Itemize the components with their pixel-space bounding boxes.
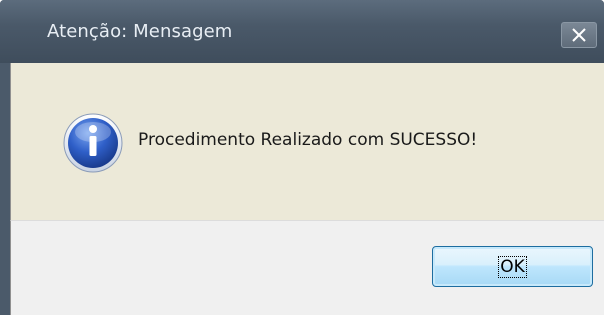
ok-button[interactable]: OK	[432, 246, 593, 287]
info-icon	[63, 113, 123, 173]
title-bar[interactable]: Atenção: Mensagem	[0, 0, 604, 63]
message-dialog: Atenção: Mensagem Procedimento Realizado…	[0, 0, 606, 317]
close-button[interactable]	[561, 22, 597, 48]
ok-button-label: OK	[498, 255, 527, 278]
close-icon	[572, 28, 586, 42]
message-text: Procedimento Realizado com SUCESSO!	[138, 130, 478, 150]
window-left-border	[0, 63, 10, 315]
window-title: Atenção: Mensagem	[47, 21, 233, 42]
